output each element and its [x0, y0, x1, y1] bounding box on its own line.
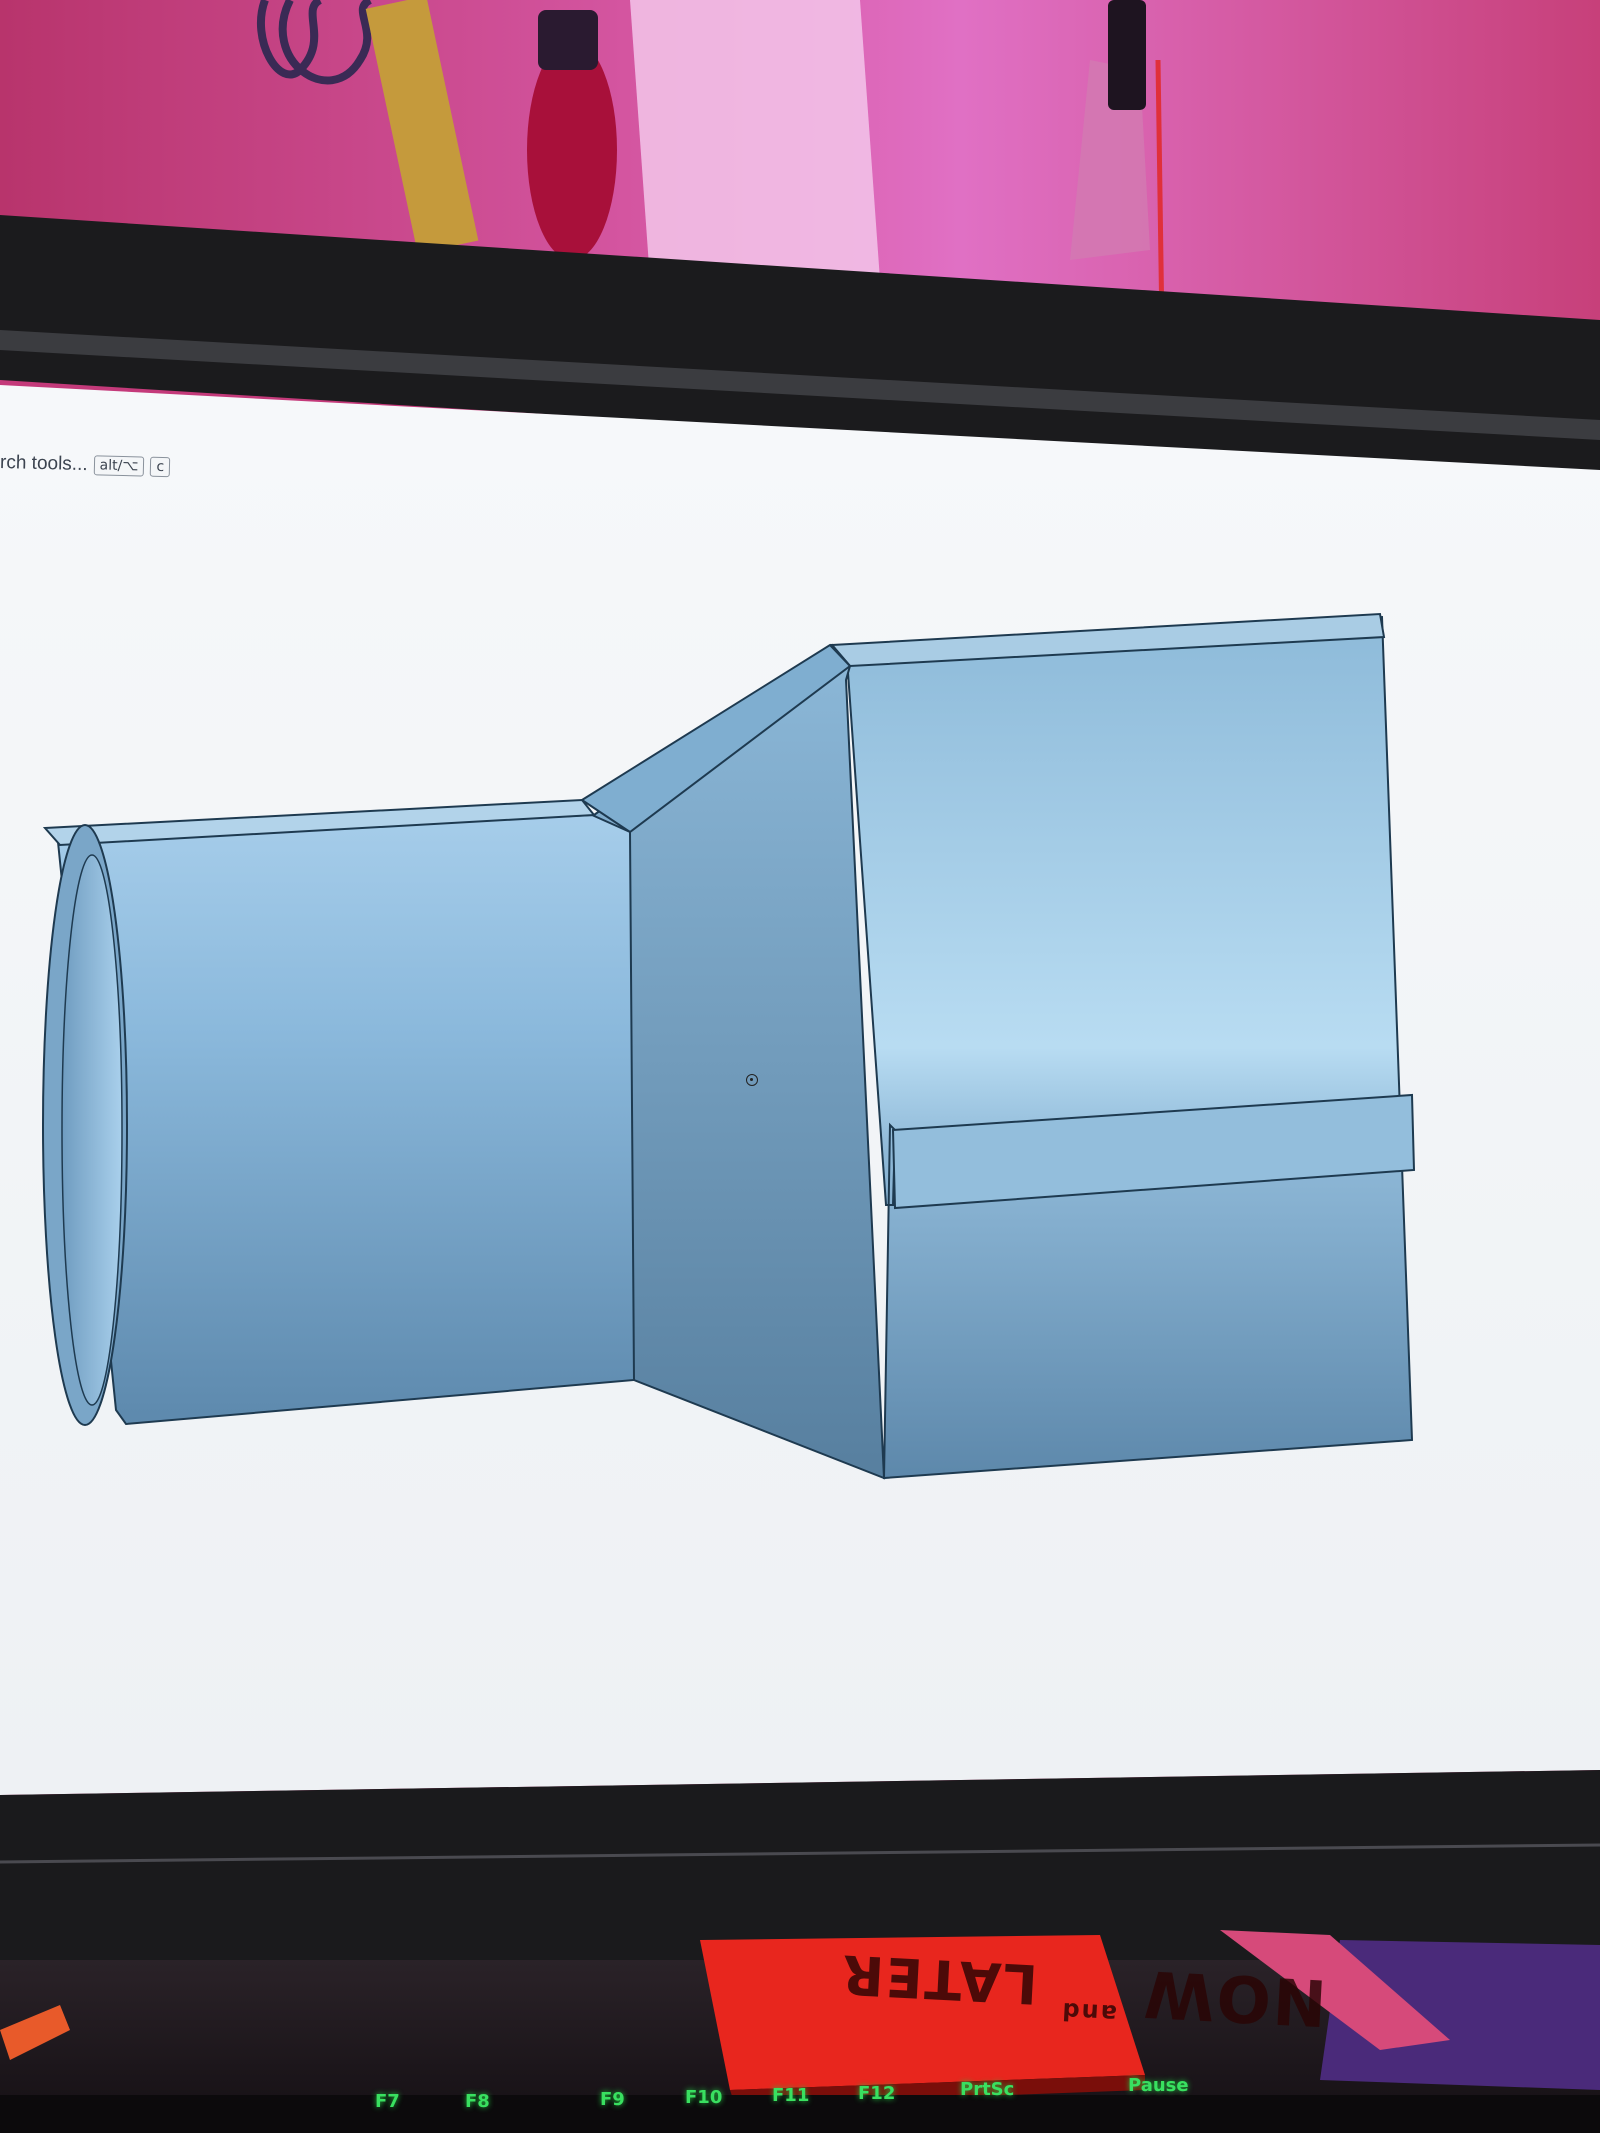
- large-cylinder-body: [844, 615, 1414, 1480]
- key-pause: Pause: [1128, 2075, 1189, 2096]
- red-bottle: [527, 40, 617, 260]
- shortcut-key-c: c: [150, 456, 171, 478]
- card-text-main: NOW: [1140, 1955, 1329, 2039]
- card-text-top: LATER: [838, 1942, 1040, 2016]
- key-f8: F8: [465, 2091, 490, 2112]
- key-f7: F7: [375, 2091, 400, 2112]
- search-hint-text: rch tools...: [0, 452, 88, 476]
- search-tools-hint: rch tools... alt/⌥ c: [0, 446, 171, 484]
- keyboard-keys: F7 F8 F9 F10 F11 F12 PrtSc Pause: [0, 2075, 1600, 2133]
- key-f10: F10: [685, 2087, 723, 2108]
- shortcut-key-alt: alt/⌥: [93, 455, 145, 477]
- plastic-bag: [630, 0, 880, 280]
- key-f9: F9: [600, 2089, 625, 2110]
- key-f11: F11: [772, 2085, 810, 2106]
- small-cylinder-opening-inner: [61, 854, 123, 1406]
- card-text-small: and: [1059, 1996, 1118, 2028]
- monitor-bezel-bottom: [0, 1770, 1600, 1960]
- photo-scene: [0, 0, 1600, 2133]
- bottle-cap: [538, 10, 598, 70]
- small-cylinder-body: [56, 813, 636, 1426]
- phone-holder: [1108, 0, 1146, 110]
- key-prtsc: PrtSc: [960, 2079, 1015, 2100]
- key-f12: F12: [858, 2083, 896, 2104]
- mouse-cursor-icon: [746, 1074, 758, 1086]
